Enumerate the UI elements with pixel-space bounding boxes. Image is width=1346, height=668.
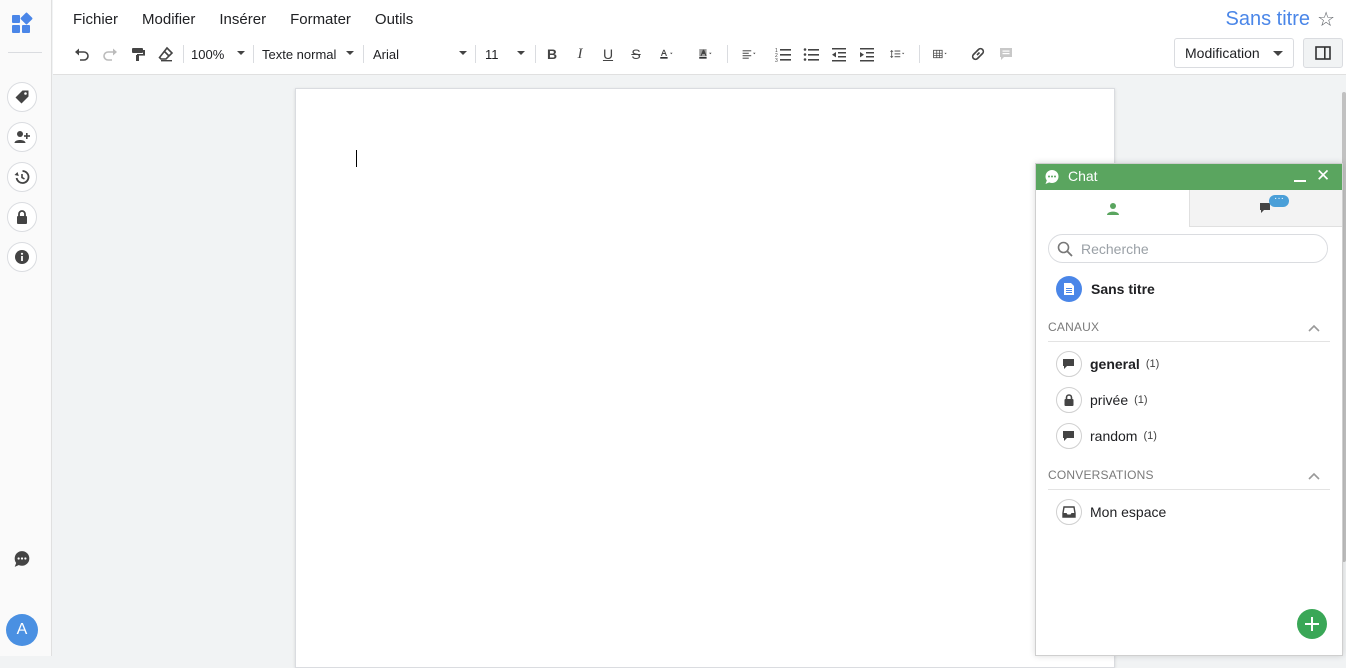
left-sidebar: A [0,0,52,656]
text-color-button[interactable] [652,40,682,68]
conversations-section-header[interactable]: CONVERSATIONS [1048,468,1330,490]
highlight-color-button[interactable] [691,40,721,68]
search-icon [1057,241,1073,257]
channel-item-privee[interactable]: privée (1) [1056,387,1148,413]
decrease-indent-button[interactable] [828,40,850,68]
chat-bubble-icon [1044,169,1060,185]
channel-name: general [1090,356,1140,372]
paint-format-icon[interactable] [127,40,149,68]
underline-button[interactable]: U [597,40,619,68]
top-bar: Fichier Modifier Insérer Formater Outils… [53,0,1346,75]
chat-icon[interactable] [10,547,34,571]
sidebar-divider [8,52,42,53]
search-input[interactable] [1081,239,1321,259]
lock-icon[interactable] [7,202,37,232]
plus-icon [1305,617,1319,631]
align-left-button[interactable] [735,40,765,68]
channel-item-general[interactable]: general (1) [1056,351,1159,377]
tag-icon[interactable] [7,82,37,112]
history-icon[interactable] [7,162,37,192]
channel-count: (1) [1143,430,1157,442]
tab-conversations[interactable]: ··· [1189,190,1342,227]
close-icon[interactable]: ✕ [1316,167,1330,185]
add-comment-button[interactable] [995,40,1017,68]
channels-heading: CANAUX [1048,320,1100,334]
channels-section-header[interactable]: CANAUX [1048,320,1330,342]
font-select[interactable]: Arial [373,40,467,68]
add-user-icon[interactable] [7,122,37,152]
unread-badge: ··· [1269,194,1289,207]
font-size-select[interactable]: 11 [485,40,525,68]
insert-link-button[interactable] [967,40,989,68]
numbered-list-button[interactable]: 123 [772,40,794,68]
redo-icon[interactable] [99,40,121,68]
chat-search-box[interactable] [1048,234,1328,263]
paragraph-style-select[interactable]: Texte normal [262,40,354,68]
undo-icon[interactable] [71,40,93,68]
text-cursor [356,150,357,167]
avatar[interactable]: A [6,614,38,646]
chevron-up-icon [1308,324,1320,332]
italic-button[interactable]: I [569,40,591,68]
document-icon [1056,276,1082,302]
zoom-value: 100% [191,46,225,62]
tab-contacts[interactable] [1036,190,1189,227]
conversation-item-mon-espace[interactable]: Mon espace [1056,499,1166,525]
document-title[interactable]: Sans titre [1226,8,1310,31]
channel-name: random [1090,428,1138,444]
editing-mode-select[interactable]: Modification [1174,38,1294,68]
star-icon[interactable]: ☆ [1317,7,1335,32]
app-grid-icon[interactable] [10,12,34,36]
channel-item-random[interactable]: random (1) [1056,423,1157,449]
chat-header: Chat ✕ [1036,164,1342,190]
strikethrough-button[interactable]: S [625,40,647,68]
chat-tabs: ··· [1036,190,1342,227]
menu-bar: Fichier Modifier Insérer Formater Outils [61,10,425,30]
channel-count: (1) [1145,358,1160,370]
document-chat-entry[interactable]: Sans titre [1056,275,1155,303]
zoom-select[interactable]: 100% [191,40,245,68]
document-chat-label: Sans titre [1091,281,1155,297]
menu-fichier[interactable]: Fichier [73,10,118,30]
paragraph-style-value: Texte normal [262,46,337,62]
line-spacing-button[interactable] [882,40,914,68]
increase-indent-button[interactable] [856,40,878,68]
menu-formater[interactable]: Formater [290,10,351,30]
clear-format-icon[interactable] [155,40,177,68]
chat-title: Chat [1068,168,1098,184]
conversations-heading: CONVERSATIONS [1048,468,1154,482]
add-button[interactable] [1297,609,1327,639]
info-icon[interactable] [7,242,37,272]
insert-table-button[interactable] [925,40,957,68]
formatting-toolbar: 100% Texte normal Arial 11 B I U S 123 [67,40,1027,68]
chevron-up-icon [1308,472,1320,480]
bulleted-list-button[interactable] [800,40,822,68]
menu-modifier[interactable]: Modifier [142,10,195,30]
svg-text:3: 3 [775,58,778,62]
font-size-value: 11 [485,46,499,62]
menu-outils[interactable]: Outils [375,10,413,30]
font-value: Arial [373,46,400,62]
chat-bubble-icon [1056,423,1082,449]
panel-toggle-button[interactable] [1303,38,1343,68]
lock-icon [1056,387,1082,413]
minimize-icon[interactable] [1294,180,1306,182]
chat-bubble-icon [1056,351,1082,377]
user-icon [1106,202,1119,215]
channel-name: privée [1090,392,1129,408]
inbox-icon [1056,499,1082,525]
channel-count: (1) [1134,394,1148,406]
menu-inserer[interactable]: Insérer [219,10,266,30]
document-page[interactable] [295,88,1115,668]
conversation-name: Mon espace [1090,504,1167,520]
editing-mode-value: Modification [1185,45,1260,61]
chat-panel: Chat ✕ ··· Sans titre CANAUX general (1) [1035,163,1343,656]
bold-button[interactable]: B [541,40,563,68]
